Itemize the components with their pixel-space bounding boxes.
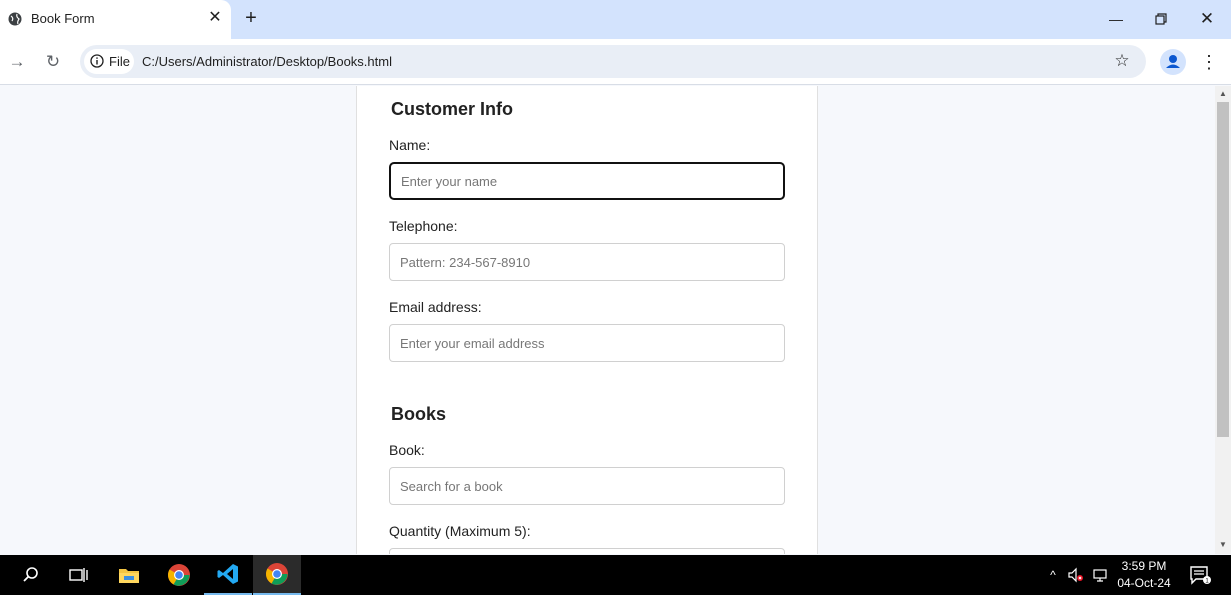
browser-toolbar: → ↻ File C:/Users/Administrator/Desktop/… [0, 39, 1231, 85]
name-label: Name: [389, 137, 431, 153]
book-search-input[interactable] [389, 467, 785, 505]
network-icon[interactable] [1093, 567, 1109, 583]
clock-time: 3:59 PM [1121, 559, 1167, 573]
page-viewport: Customer Info Name: Telephone: Email add… [0, 86, 1215, 554]
search-icon[interactable] [7, 555, 55, 595]
system-clock[interactable]: 3:59 PM 04-Oct-24 [1113, 558, 1175, 592]
globe-icon [8, 12, 22, 26]
volume-muted-icon[interactable] [1068, 567, 1084, 583]
chrome-active-window-icon[interactable] [253, 555, 301, 595]
site-info-label: File [109, 54, 130, 69]
email-input[interactable] [389, 324, 785, 362]
browser-tab-strip: Book Form ✕ + — ✕ [0, 0, 1231, 39]
scroll-thumb[interactable] [1217, 102, 1229, 437]
name-input[interactable] [389, 162, 785, 200]
chevron-up-icon[interactable]: ^ [1045, 567, 1061, 583]
telephone-label: Telephone: [389, 218, 458, 234]
task-view-icon[interactable] [55, 555, 103, 595]
restore-icon[interactable] [1149, 7, 1173, 31]
new-tab-button[interactable]: + [241, 8, 261, 28]
email-label: Email address: [389, 299, 482, 315]
forward-icon[interactable]: → [6, 51, 28, 73]
tab-title: Book Form [31, 11, 95, 26]
quantity-input[interactable] [389, 548, 785, 554]
books-heading: Books [391, 404, 447, 424]
customer-info-heading: Customer Info [391, 99, 514, 119]
site-info-chip[interactable]: File [84, 49, 134, 74]
page-scrollbar[interactable]: ▲ ▼ [1215, 86, 1231, 554]
info-icon [90, 54, 104, 68]
chrome-icon[interactable] [155, 555, 203, 595]
close-tab-icon[interactable]: ✕ [207, 9, 223, 27]
windows-taskbar: ^ 3:59 PM 04-Oct-24 1 [0, 555, 1231, 595]
minimize-icon[interactable]: — [1104, 7, 1128, 31]
profile-avatar-icon[interactable] [1160, 49, 1186, 75]
telephone-input[interactable] [389, 243, 785, 281]
more-menu-icon[interactable]: ⋮ [1200, 51, 1218, 73]
file-explorer-icon[interactable] [105, 555, 153, 595]
book-label: Book: [389, 442, 425, 458]
bookmark-star-icon[interactable]: ☆ [1112, 51, 1132, 71]
vscode-icon[interactable] [204, 555, 252, 595]
url-text[interactable]: C:/Users/Administrator/Desktop/Books.htm… [142, 54, 392, 69]
quantity-label: Quantity (Maximum 5): [389, 523, 531, 539]
browser-tab-active[interactable]: Book Form ✕ [0, 0, 231, 39]
close-window-icon[interactable]: ✕ [1195, 7, 1219, 31]
scroll-up-arrow-icon[interactable]: ▲ [1219, 90, 1227, 98]
clock-date: 04-Oct-24 [1117, 576, 1171, 590]
notification-center-icon[interactable]: 1 [1188, 565, 1212, 585]
book-form-card: Customer Info Name: Telephone: Email add… [356, 86, 818, 554]
address-bar[interactable]: File C:/Users/Administrator/Desktop/Book… [80, 45, 1146, 78]
reload-icon[interactable]: ↻ [42, 51, 64, 73]
scroll-down-arrow-icon[interactable]: ▼ [1219, 541, 1227, 549]
